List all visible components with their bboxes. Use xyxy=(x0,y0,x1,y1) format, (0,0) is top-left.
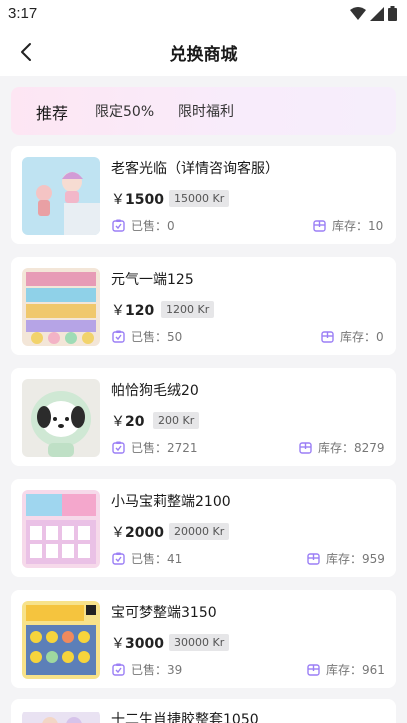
order-icon xyxy=(112,663,125,676)
kr-price-badge: 1200 Kr xyxy=(161,301,215,318)
stock-count: 库存：8279 xyxy=(299,439,385,456)
status-bar: 3:17 xyxy=(0,0,407,28)
product-name: 老客光临（详情咨询客服） xyxy=(111,161,279,177)
product-card[interactable]: 元气一端125 ￥120 1200 Kr 已售：50 库存：0 xyxy=(11,257,396,355)
product-card[interactable]: 老客光临（详情咨询客服） ￥1500 15000 Kr 已售：0 库存：10 xyxy=(11,146,396,244)
tab-limited-50[interactable]: 限定50% xyxy=(95,101,154,121)
product-price: ￥3000 xyxy=(111,636,164,652)
status-time: 3:17 xyxy=(8,5,38,22)
nav-header: 兑换商城 xyxy=(0,28,407,76)
product-card[interactable]: 帕恰狗毛绒20 ￥20 200 Kr 已售：2721 库存：8279 xyxy=(11,368,396,466)
sold-count: 已售：50 xyxy=(112,328,182,345)
tab-label: 限时福利 xyxy=(178,104,234,120)
product-card[interactable]: 小马宝莉整端2100 ￥2000 20000 Kr 已售：41 库存：959 xyxy=(11,479,396,577)
product-card[interactable]: 宝可梦整端3150 ￥3000 30000 Kr 已售：39 库存：961 xyxy=(11,590,396,688)
product-name: 元气一端125 xyxy=(111,272,194,288)
stock-count: 库存：0 xyxy=(321,328,384,345)
product-name: 小马宝莉整端2100 xyxy=(111,494,231,510)
product-image xyxy=(22,710,100,723)
product-price: ￥2000 xyxy=(111,525,164,541)
wifi-icon xyxy=(350,6,366,20)
kr-price-badge: 15000 Kr xyxy=(169,190,230,207)
order-icon xyxy=(112,330,125,343)
product-image xyxy=(22,490,100,568)
product-price: ￥120 xyxy=(111,303,155,319)
product-price: ￥1500 xyxy=(111,192,164,208)
order-icon xyxy=(112,441,125,454)
page-title: 兑换商城 xyxy=(169,45,238,65)
product-card[interactable]: 十二生肖捷胶整套1050 xyxy=(11,699,396,723)
stock-count: 库存：961 xyxy=(307,661,385,678)
tab-label: 限定50% xyxy=(95,104,155,120)
product-name: 宝可梦整端3150 xyxy=(111,605,217,621)
category-tabs: 推荐 限定50% 限时福利 xyxy=(11,87,396,135)
sold-count: 已售：0 xyxy=(112,217,175,234)
stock-count: 库存：959 xyxy=(307,550,385,567)
product-price: ￥20 xyxy=(111,414,145,430)
stock-count: 库存：10 xyxy=(313,217,383,234)
kr-price-badge: 30000 Kr xyxy=(169,634,230,651)
battery-icon xyxy=(388,6,397,21)
box-icon xyxy=(307,664,320,676)
box-icon xyxy=(307,553,320,565)
sold-count: 已售：2721 xyxy=(112,439,198,456)
kr-price-badge: 20000 Kr xyxy=(169,523,230,540)
box-icon xyxy=(313,220,326,232)
order-icon xyxy=(112,552,125,565)
sold-count: 已售：41 xyxy=(112,550,182,567)
status-icons xyxy=(350,6,397,21)
product-image xyxy=(22,379,100,457)
kr-price-badge: 200 Kr xyxy=(153,412,200,429)
box-icon xyxy=(321,331,334,343)
tab-time-limited-benefits[interactable]: 限时福利 xyxy=(178,101,234,121)
tab-label: 推荐 xyxy=(36,104,69,123)
product-name: 帕恰狗毛绒20 xyxy=(111,383,199,399)
order-icon xyxy=(112,219,125,232)
box-icon xyxy=(299,442,312,454)
product-image xyxy=(22,268,100,346)
product-image xyxy=(22,157,100,235)
signal-icon xyxy=(370,6,384,21)
product-image xyxy=(22,601,100,679)
product-name: 十二生肖捷胶整套1050 xyxy=(111,712,259,723)
tab-recommend[interactable]: 推荐 xyxy=(23,100,72,132)
sold-count: 已售：39 xyxy=(112,661,182,678)
